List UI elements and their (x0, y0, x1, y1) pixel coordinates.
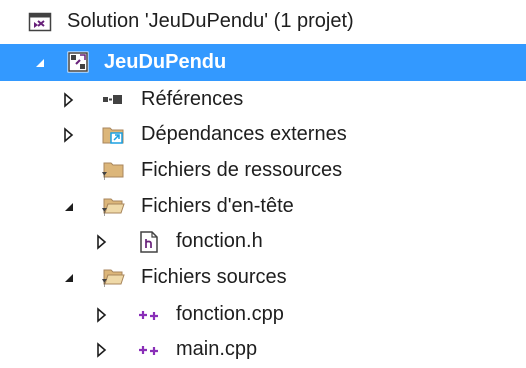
tree-item-references[interactable]: Références (0, 81, 526, 118)
references-icon (100, 88, 124, 112)
collapsed-arrow-icon[interactable] (94, 342, 110, 358)
tree-item-label: fonction.cpp (176, 303, 284, 325)
expanded-arrow-icon[interactable] (61, 270, 77, 286)
cpp-file-icon (137, 303, 161, 327)
filter-folder-open-icon (101, 265, 125, 289)
tree-item-main-cpp[interactable]: main.cpp (0, 331, 526, 368)
tree-item-label: Fichiers d'en-tête (141, 195, 294, 217)
external-dependencies-icon (101, 122, 125, 146)
tree-item-fonction-h[interactable]: fonction.h (0, 223, 526, 260)
expanded-arrow-icon[interactable] (61, 199, 77, 215)
tree-item-label: Fichiers de ressources (141, 159, 343, 181)
tree-item-header-files[interactable]: Fichiers d'en-tête (0, 188, 526, 225)
filter-folder-icon (101, 158, 125, 182)
solution-icon (28, 10, 52, 34)
tree-item-label: main.cpp (176, 338, 258, 360)
filter-folder-open-icon (101, 194, 125, 218)
tree-item-label: fonction.h (176, 230, 263, 252)
header-file-icon (137, 230, 161, 254)
collapsed-arrow-icon[interactable] (61, 92, 77, 108)
expanded-arrow-icon[interactable] (32, 55, 48, 71)
tree-item-project[interactable]: JeuDuPendu (0, 44, 526, 81)
tree-item-label: Dépendances externes (141, 123, 347, 145)
cpp-file-icon (137, 338, 161, 362)
tree-item-external-dependencies[interactable]: Dépendances externes (0, 116, 526, 153)
tree-item-solution[interactable]: Solution 'JeuDuPendu' (1 projet) (0, 3, 526, 40)
tree-item-fonction-cpp[interactable]: fonction.cpp (0, 296, 526, 333)
tree-item-label: Références (141, 88, 244, 110)
tree-item-resource-files[interactable]: Fichiers de ressources (0, 152, 526, 189)
collapsed-arrow-icon[interactable] (94, 234, 110, 250)
project-icon (66, 50, 90, 74)
collapsed-arrow-icon[interactable] (61, 127, 77, 143)
tree-item-label: Fichiers sources (141, 266, 287, 288)
tree-item-source-files[interactable]: Fichiers sources (0, 259, 526, 296)
collapsed-arrow-icon[interactable] (94, 307, 110, 323)
tree-item-label: Solution 'JeuDuPendu' (1 projet) (67, 10, 354, 32)
tree-item-label: JeuDuPendu (104, 51, 227, 73)
solution-explorer-tree: Solution 'JeuDuPendu' (1 projet) JeuDuPe… (0, 0, 526, 362)
